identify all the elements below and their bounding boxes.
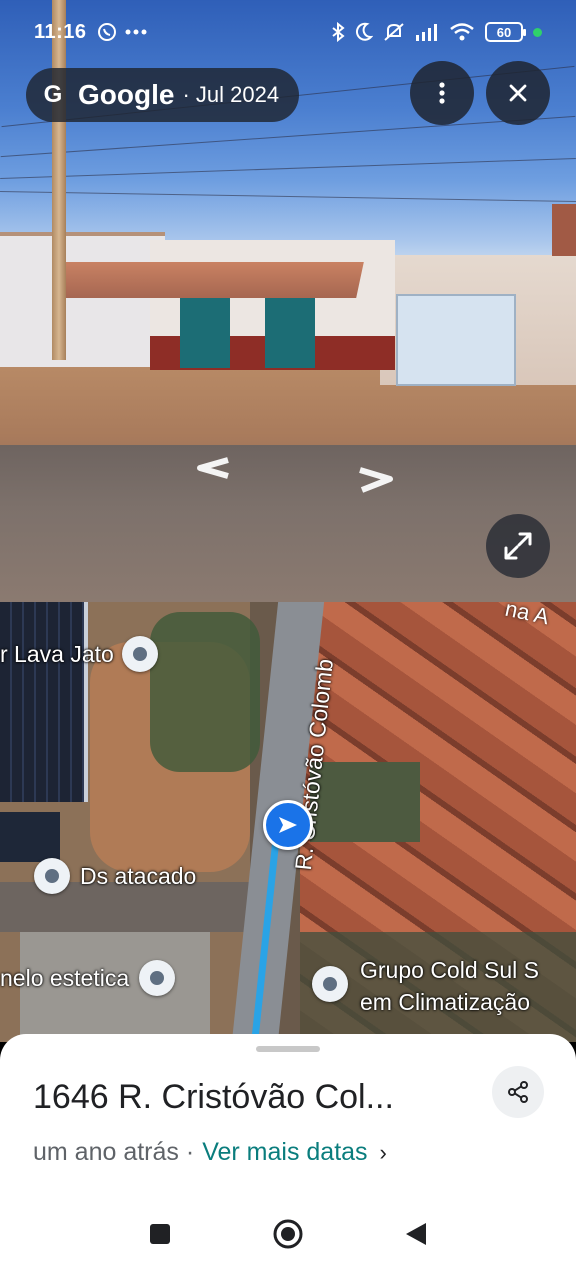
utility-pole <box>52 0 66 360</box>
status-bar: 11:16 60 <box>0 14 576 50</box>
more-dots-icon <box>125 29 147 35</box>
road <box>0 445 576 602</box>
poi-grupo-cold-sul[interactable]: Grupo Cold Sul S em Climatização <box>312 954 539 1018</box>
wifi-icon <box>450 23 474 41</box>
brand-name: Google <box>78 79 175 110</box>
recents-button[interactable] <box>148 1222 172 1246</box>
place-pin-icon <box>34 858 70 894</box>
bluetooth-icon <box>332 22 345 42</box>
close-button[interactable] <box>486 61 550 125</box>
battery-icon: 60 <box>485 22 526 42</box>
vegetation <box>150 612 260 772</box>
poi-label: r Lava Jato <box>0 640 114 667</box>
place-pin-icon <box>121 636 158 672</box>
place-pin-icon <box>139 960 176 996</box>
nav-arrow-right[interactable] <box>358 467 394 493</box>
shop-door <box>180 298 230 368</box>
power-line <box>0 190 576 203</box>
brick-wall <box>552 204 576 256</box>
poi-lava-jato[interactable]: r Lava Jato <box>0 636 158 672</box>
android-nav-bar <box>0 1188 576 1280</box>
see-more-dates-link[interactable]: Ver mais datas <box>202 1138 367 1167</box>
home-button[interactable] <box>272 1218 304 1250</box>
date-info-row: um ano atrás · Ver mais datas › <box>33 1138 387 1167</box>
status-left-icons <box>97 22 147 42</box>
poi-label-multiline: Grupo Cold Sul S em Climatização <box>360 954 539 1018</box>
shop-building <box>150 240 395 370</box>
metal-gate <box>396 294 516 386</box>
more-options-button[interactable] <box>410 61 474 125</box>
pegman-location-marker[interactable] <box>263 800 313 850</box>
chevron-right-icon[interactable]: › <box>380 1140 387 1166</box>
poi-label: Ds atacado <box>80 862 197 889</box>
poi-label: nelo estetica <box>0 964 130 991</box>
power-line <box>0 157 576 180</box>
status-time: 11:16 <box>34 20 87 43</box>
signal-icon <box>416 24 437 41</box>
poi-label-line2: em Climatização <box>360 989 530 1015</box>
street-view-panorama[interactable]: 11:16 60 G Google · Jul 2024 <box>0 0 576 602</box>
solar-roof <box>0 602 88 802</box>
poi-ds-atacado[interactable]: Ds atacado <box>34 858 196 894</box>
close-icon <box>509 84 527 102</box>
shop-awning <box>56 262 364 298</box>
share-icon <box>508 1081 528 1103</box>
poi-estetica[interactable]: nelo estetica <box>0 960 176 996</box>
status-right-icons: 60 <box>331 22 542 42</box>
chevron-left-icon <box>197 457 229 479</box>
nav-arrow-left[interactable] <box>194 457 230 479</box>
mute-icon <box>384 23 404 41</box>
google-logo-icon: G <box>43 81 63 108</box>
address-title: 1646 R. Cristóvão Col... <box>33 1078 394 1116</box>
whatsapp-icon <box>97 23 116 41</box>
place-pin-icon <box>312 966 348 1002</box>
more-vert-icon <box>439 82 445 104</box>
fullscreen-button[interactable] <box>486 514 550 578</box>
dark-roof <box>0 812 60 862</box>
shop-door <box>265 298 315 368</box>
drag-handle[interactable] <box>256 1046 320 1052</box>
direction-arrow-icon <box>279 817 297 833</box>
poi-label-line1: Grupo Cold Sul S <box>360 957 539 983</box>
back-button[interactable] <box>404 1221 428 1247</box>
power-line <box>0 115 576 158</box>
share-button[interactable] <box>492 1066 544 1118</box>
streetview-title-pill: G Google · Jul 2024 <box>26 68 300 122</box>
moon-icon <box>356 22 373 41</box>
capture-date: · Jul 2024 <box>182 82 280 107</box>
privacy-indicator-dot <box>533 27 542 37</box>
expand-icon <box>504 532 532 560</box>
time-ago-text: um ano atrás · <box>33 1138 195 1166</box>
chevron-right-icon <box>359 467 393 493</box>
building-left <box>0 232 165 367</box>
